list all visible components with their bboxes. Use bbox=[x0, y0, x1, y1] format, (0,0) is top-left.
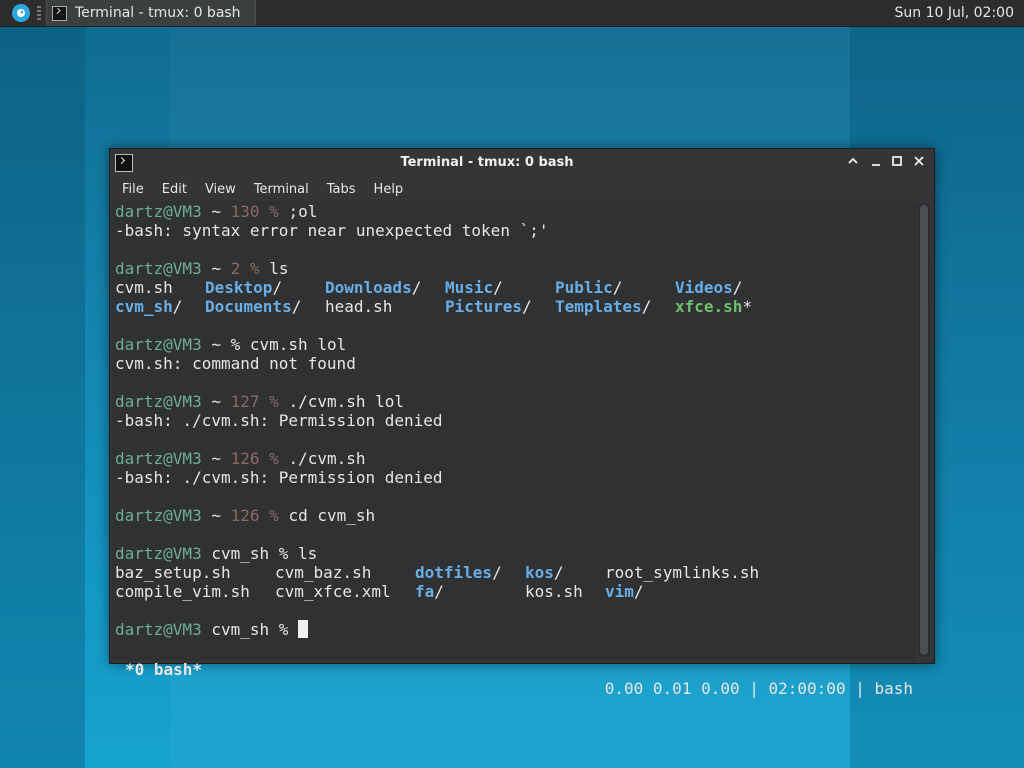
window-titlebar[interactable]: Terminal - tmux: 0 bash bbox=[110, 149, 934, 177]
prompt-user: dartz@VM3 bbox=[115, 392, 202, 411]
terminal-line: -bash: ./cvm.sh: Permission denied bbox=[115, 468, 443, 487]
terminal-line: dartz@VM3 ~ % cvm.sh lol bbox=[115, 335, 347, 354]
command: ls bbox=[269, 259, 289, 278]
prompt-dir: cvm_sh bbox=[211, 620, 270, 639]
menu-view[interactable]: View bbox=[196, 182, 245, 197]
directory-entry: fa/ bbox=[415, 582, 444, 601]
tmux-status-right: 0.00 0.01 0.00 | 02:00:00 | bash bbox=[604, 679, 913, 698]
exit-code: 126 bbox=[230, 506, 260, 525]
tmux-window-list[interactable]: *0 bash* bbox=[125, 660, 202, 679]
executable-entry: xfce.sh* bbox=[675, 297, 753, 316]
clock[interactable]: Sun 10 Jul, 02:00 bbox=[895, 5, 1015, 21]
directory-entry: Pictures/ bbox=[445, 297, 532, 316]
prompt-dir: ~ bbox=[211, 392, 221, 411]
command: cvm.sh lol bbox=[249, 335, 347, 354]
scrollbar-thumb[interactable] bbox=[920, 205, 928, 655]
prompt-user: dartz@VM3 bbox=[115, 259, 202, 278]
terminal-window: Terminal - tmux: 0 bash File Edit View T… bbox=[109, 148, 935, 698]
directory-entry: Desktop/ bbox=[205, 278, 283, 297]
whisker-menu-icon[interactable] bbox=[12, 4, 30, 22]
file-entry: head.sh bbox=[325, 297, 393, 316]
prompt-user: dartz@VM3 bbox=[115, 449, 202, 468]
command: ./cvm.sh bbox=[288, 449, 366, 468]
prompt-dir: cvm_sh bbox=[211, 544, 270, 563]
file-entry: kos.sh bbox=[525, 582, 583, 601]
menu-terminal[interactable]: Terminal bbox=[245, 182, 318, 197]
directory-entry: Videos/ bbox=[675, 278, 743, 297]
desktop-band-left bbox=[0, 26, 85, 768]
menu-file[interactable]: File bbox=[113, 182, 153, 197]
terminal-line: dartz@VM3 ~ 126 % ./cvm.sh bbox=[115, 449, 366, 468]
close-button[interactable] bbox=[909, 153, 929, 173]
file-entry: cvm_xfce.xml bbox=[275, 582, 391, 601]
terminal-line: dartz@VM3 ~ 130 % ;ol bbox=[115, 202, 318, 221]
directory-entry: Music/ bbox=[445, 278, 503, 297]
taskbar-button-label: Terminal - tmux: 0 bash bbox=[75, 5, 241, 21]
directory-entry: vim/ bbox=[605, 582, 644, 601]
directory-entry: Public/ bbox=[555, 278, 623, 297]
file-entry: baz_setup.sh bbox=[115, 563, 231, 582]
prompt-dir: ~ bbox=[211, 202, 221, 221]
scrollbar[interactable] bbox=[918, 203, 930, 657]
terminal-icon bbox=[52, 5, 67, 21]
file-entry: compile_vim.sh bbox=[115, 582, 250, 601]
prompt-user: dartz@VM3 bbox=[115, 506, 202, 525]
directory-entry: Documents/ bbox=[205, 297, 302, 316]
minimize-button[interactable] bbox=[866, 153, 886, 173]
command: ./cvm.sh lol bbox=[288, 392, 405, 411]
prompt-dir: ~ bbox=[211, 259, 221, 278]
menu-tabs[interactable]: Tabs bbox=[318, 182, 365, 197]
top-panel: Terminal - tmux: 0 bash Sun 10 Jul, 02:0… bbox=[0, 0, 1024, 27]
terminal-line: -bash: syntax error near unexpected toke… bbox=[115, 221, 549, 240]
prompt-dir: ~ bbox=[211, 335, 221, 354]
prompt-user: dartz@VM3 bbox=[115, 335, 202, 354]
prompt-dir: ~ bbox=[211, 506, 221, 525]
menu-help[interactable]: Help bbox=[365, 182, 413, 197]
directory-entry: dotfiles/ bbox=[415, 563, 502, 582]
command: ls bbox=[298, 544, 318, 563]
file-entry: root_symlinks.sh bbox=[605, 563, 760, 582]
directory-entry: cvm_sh/ bbox=[115, 297, 183, 316]
command: cd cvm_sh bbox=[288, 506, 376, 525]
exit-code: 127 bbox=[230, 392, 260, 411]
directory-entry: Templates/ bbox=[555, 297, 652, 316]
text-cursor bbox=[298, 620, 309, 638]
tmux-status-bar: *0 bash* 0.00 0.01 0.00 | 02:00:00 | bas… bbox=[112, 641, 916, 698]
terminal-line: cvm.sh: command not found bbox=[115, 354, 356, 373]
terminal-line: dartz@VM3 cvm_sh % bbox=[115, 620, 309, 639]
file-entry: cvm_baz.sh bbox=[275, 563, 372, 582]
terminal-line: dartz@VM3 ~ 126 % cd cvm_sh bbox=[115, 506, 376, 525]
maximize-button[interactable] bbox=[887, 153, 907, 173]
directory-entry: Downloads/ bbox=[325, 278, 422, 297]
prompt-user: dartz@VM3 bbox=[115, 620, 202, 639]
terminal-line: dartz@VM3 ~ 127 % ./cvm.sh lol bbox=[115, 392, 405, 411]
menu-edit[interactable]: Edit bbox=[153, 182, 196, 197]
exit-code: 126 bbox=[230, 449, 260, 468]
menu-bar: File Edit View Terminal Tabs Help bbox=[110, 177, 412, 201]
terminal-output[interactable]: dartz@VM3 ~ 130 % ;ol -bash: syntax erro… bbox=[112, 201, 916, 698]
prompt-user: dartz@VM3 bbox=[115, 544, 202, 563]
exit-code: 130 bbox=[230, 202, 260, 221]
shade-button[interactable] bbox=[843, 153, 863, 173]
terminal-line: dartz@VM3 ~ 2 % ls bbox=[115, 259, 289, 278]
prompt-dir: ~ bbox=[211, 449, 221, 468]
taskbar-button-terminal[interactable]: Terminal - tmux: 0 bash bbox=[46, 0, 256, 26]
prompt-user: dartz@VM3 bbox=[115, 202, 202, 221]
terminal-line: -bash: ./cvm.sh: Permission denied bbox=[115, 411, 443, 430]
panel-separator bbox=[37, 6, 41, 20]
command: ;ol bbox=[288, 202, 318, 221]
exit-code: 2 bbox=[230, 259, 241, 278]
terminal-line: dartz@VM3 cvm_sh % ls bbox=[115, 544, 318, 563]
directory-entry: kos/ bbox=[525, 563, 564, 582]
file-entry: cvm.sh bbox=[115, 278, 173, 297]
window-title: Terminal - tmux: 0 bash bbox=[400, 155, 574, 170]
